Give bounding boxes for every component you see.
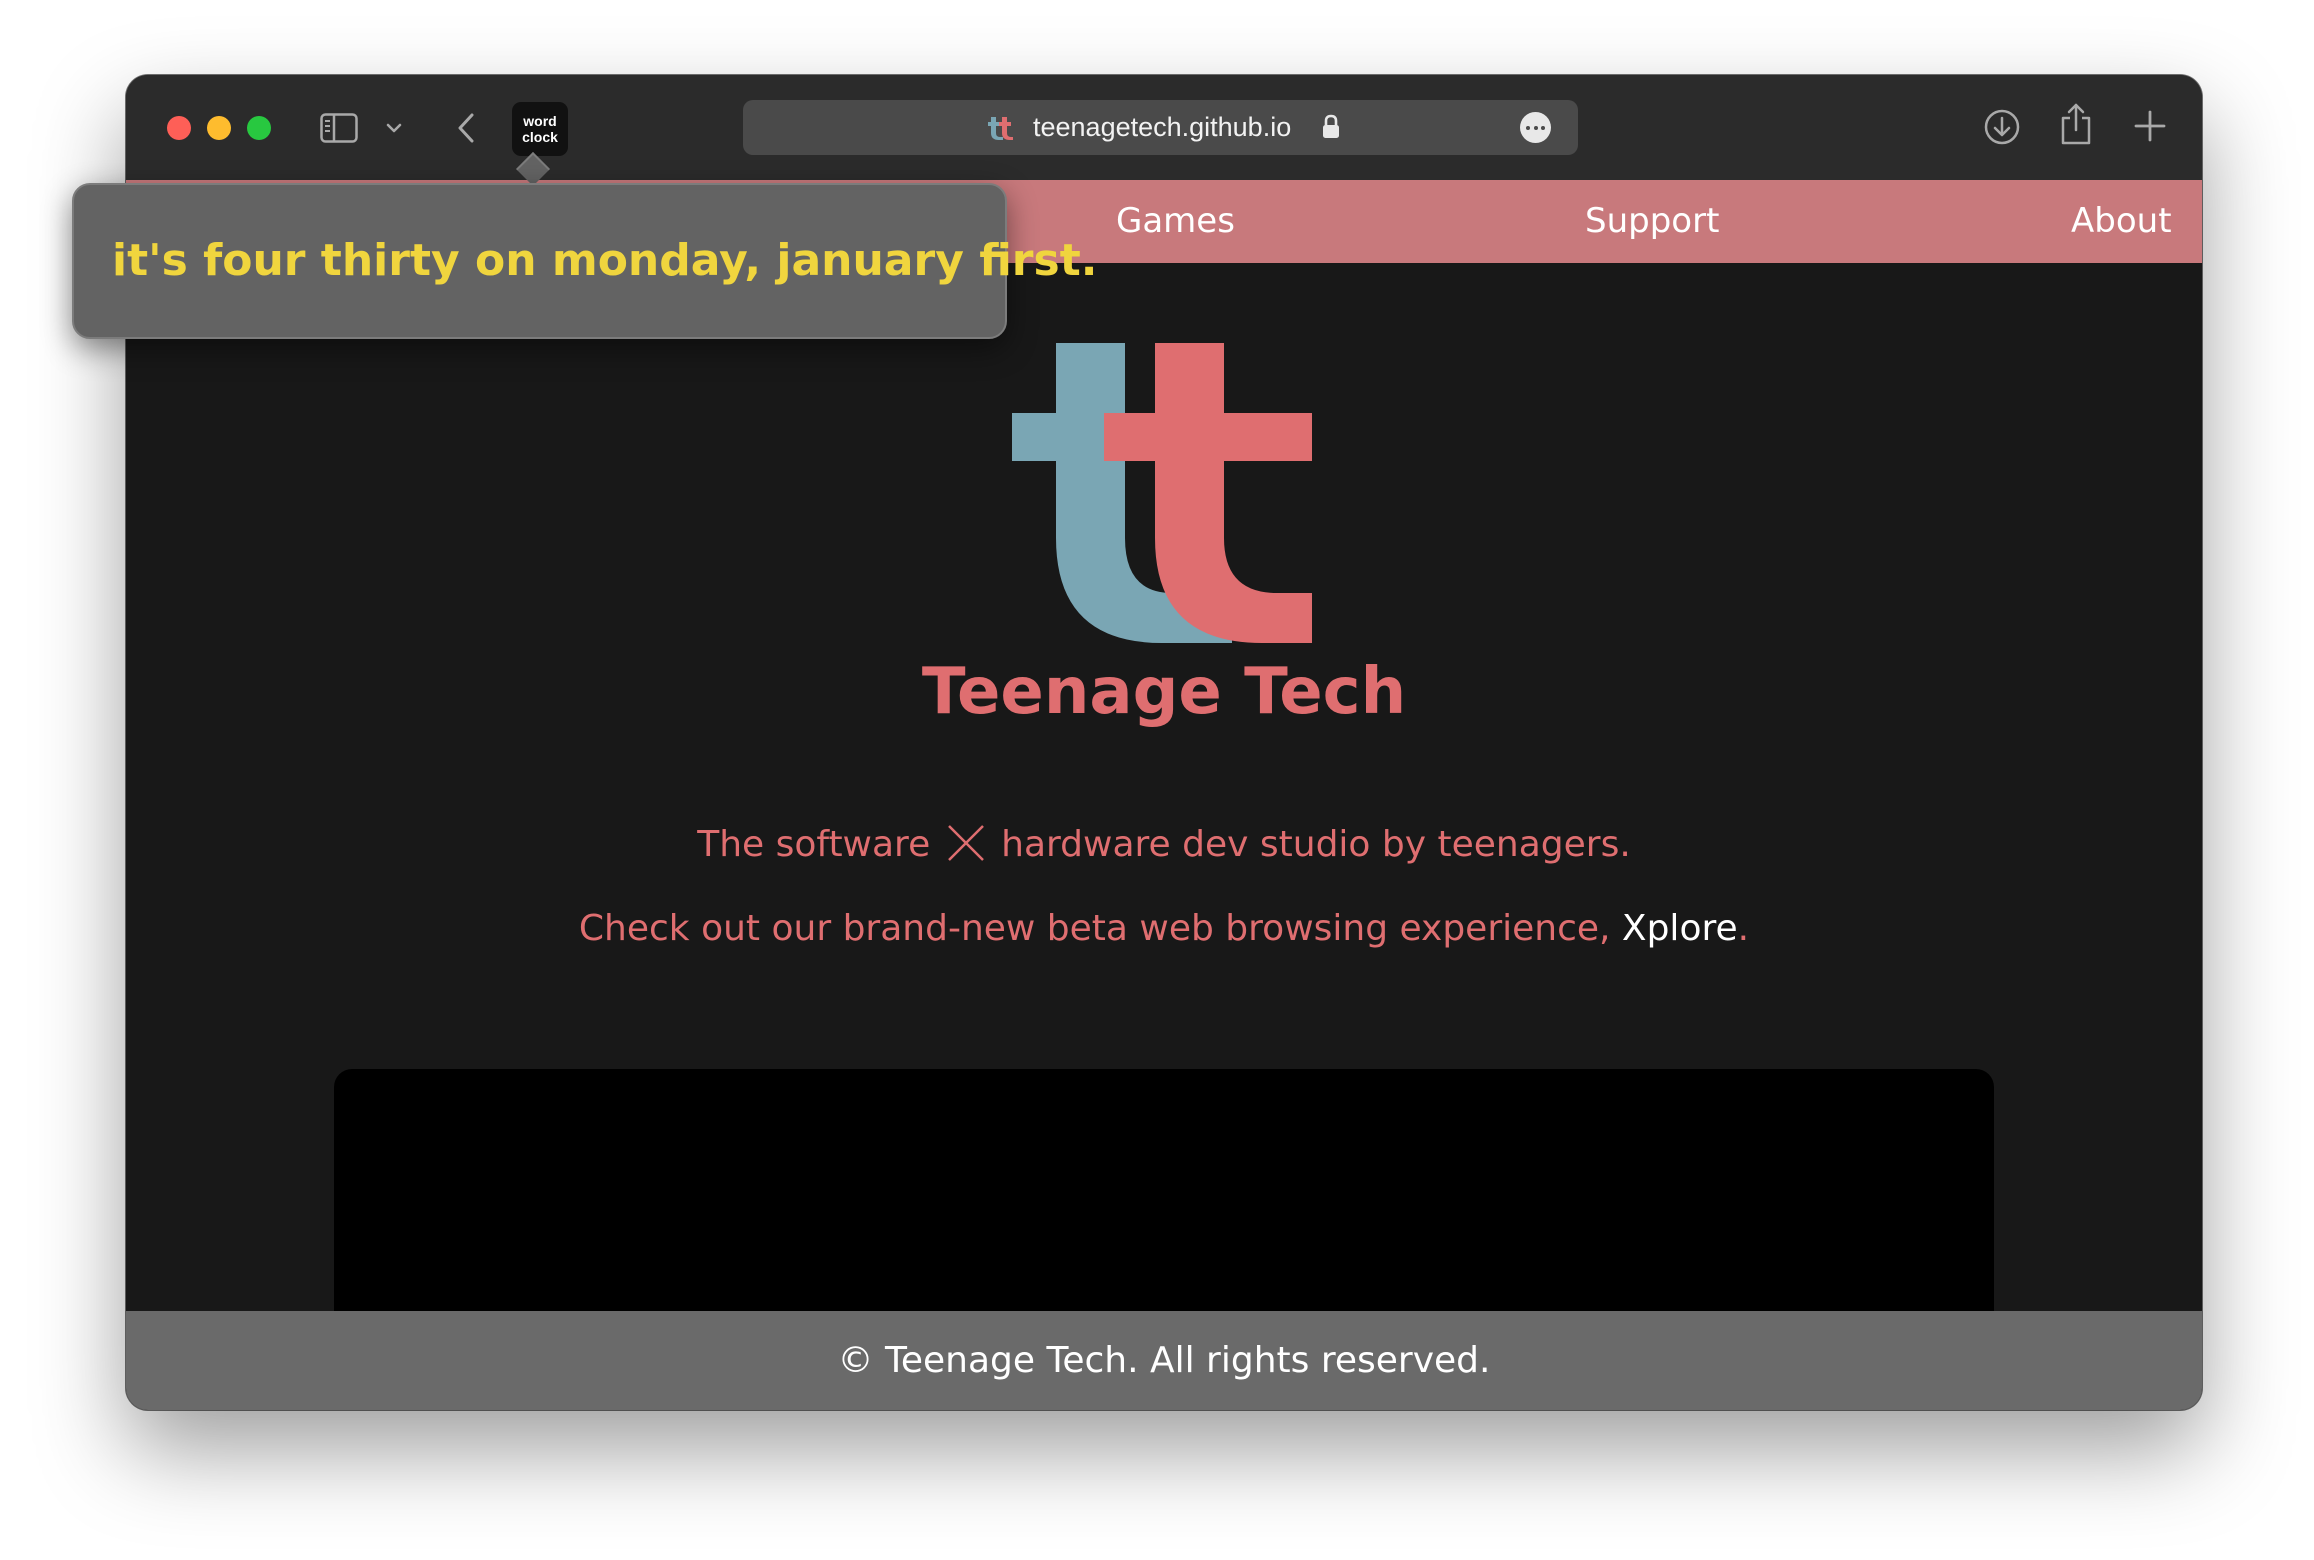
address-bar[interactable]: teenagetech.github.io	[743, 100, 1578, 155]
minimize-window-button[interactable]	[207, 116, 231, 140]
site-favicon-icon	[988, 117, 1013, 140]
tagline-part2: hardware dev studio by teenagers.	[1001, 824, 1631, 865]
plus-icon[interactable]	[2132, 108, 2168, 144]
download-icon[interactable]	[1982, 107, 2022, 147]
nav-link-about[interactable]: About	[2071, 180, 2172, 263]
word-clock-popover: it's four thirty on monday, january firs…	[72, 183, 1097, 339]
site-footer: © Teenage Tech. All rights reserved.	[126, 1311, 2202, 1410]
browser-toolbar: word clock teenagetech.github.io	[126, 75, 2202, 180]
chevron-down-icon[interactable]	[384, 119, 404, 137]
word-clock-extension-button[interactable]: word clock	[512, 102, 568, 156]
media-panel	[334, 1069, 1994, 1329]
close-window-button[interactable]	[167, 116, 191, 140]
promo-text-body: Check out our brand-new beta web browsin…	[578, 908, 1622, 949]
tagline: The software hardware dev studio by teen…	[126, 823, 2202, 865]
chevron-left-icon[interactable]	[454, 111, 478, 145]
nav-link-support[interactable]: Support	[1585, 180, 1719, 263]
word-clock-time-text: it's four thirty on monday, january firs…	[112, 235, 1098, 286]
more-icon[interactable]	[1520, 112, 1551, 143]
teenage-tech-logo	[1012, 343, 1312, 643]
tagline-part1: The software	[697, 824, 931, 865]
promo-text-end: .	[1737, 908, 1750, 949]
zoom-window-button[interactable]	[247, 116, 271, 140]
promo-text: Check out our brand-new beta web browsin…	[126, 908, 2202, 949]
url-text: teenagetech.github.io	[1033, 112, 1292, 142]
extension-label-line1: word	[523, 113, 557, 129]
extension-label-line2: clock	[522, 129, 558, 145]
page-content: Teenage Tech The software hardware dev s…	[126, 263, 2202, 1329]
lock-icon	[1323, 114, 1339, 138]
share-icon[interactable]	[2058, 102, 2094, 146]
cross-icon	[947, 825, 984, 861]
xplore-link[interactable]: Xplore	[1622, 908, 1738, 949]
nav-link-games[interactable]: Games	[1116, 180, 1235, 263]
sidebar-icon[interactable]	[320, 113, 358, 143]
site-title: Teenage Tech	[921, 655, 1407, 729]
